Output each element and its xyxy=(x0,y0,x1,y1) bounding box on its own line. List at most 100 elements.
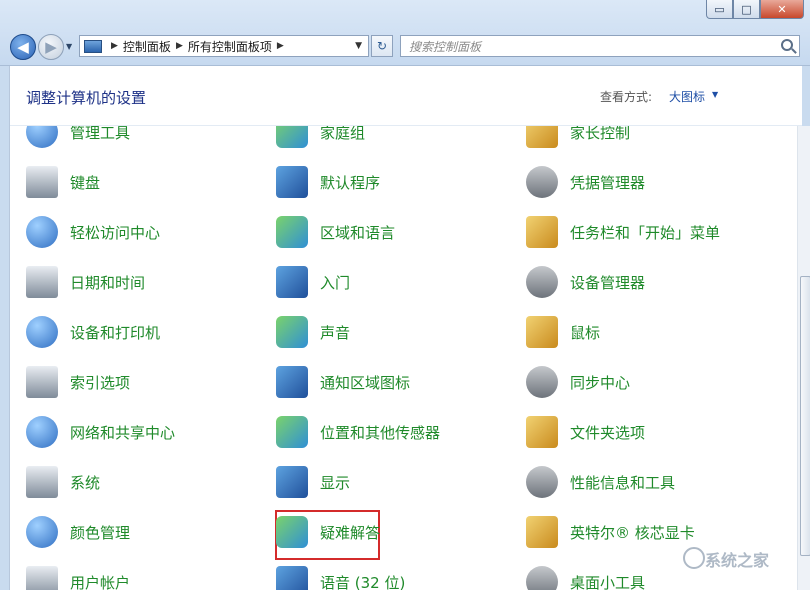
minimize-button[interactable]: ▭ xyxy=(706,0,733,19)
view-by-dropdown-icon[interactable]: ▼ xyxy=(712,90,718,99)
close-button[interactable]: ✕ xyxy=(760,0,804,19)
search-icon[interactable] xyxy=(781,39,793,51)
panel-item-label[interactable]: 设备和打印机 xyxy=(70,322,160,343)
panel-item[interactable]: 默认程序 xyxy=(276,162,380,202)
forward-button[interactable]: ▶ xyxy=(38,34,64,60)
search-input[interactable]: 搜索控制面板 xyxy=(400,35,800,57)
panel-item[interactable]: 声音 xyxy=(276,312,350,352)
title-bar: ▭ □ ✕ ◀ ▶ ▼ ▶ 控制面板 ▶ 所有控制面板项 ▶ ▼ ↻ 搜索控制面… xyxy=(0,0,810,66)
panel-item-label[interactable]: 家长控制 xyxy=(570,126,630,143)
address-dropdown-icon[interactable]: ▼ xyxy=(355,41,362,51)
panel-item[interactable]: 同步中心 xyxy=(526,362,630,402)
panel-item-label[interactable]: 鼠标 xyxy=(570,322,600,343)
panel-item[interactable]: 任务栏和「开始」菜单 xyxy=(526,212,720,252)
panel-item-label[interactable]: 用户帐户 xyxy=(70,572,130,590)
panel-item[interactable]: 文件夹选项 xyxy=(526,412,645,452)
panel-item-label[interactable]: 语音 (32 位) xyxy=(320,572,405,590)
panel-item-label[interactable]: 英特尔® 核芯显卡 xyxy=(570,522,695,543)
panel-item[interactable]: 设备和打印机 xyxy=(26,312,160,352)
panel-item[interactable]: 轻松访问中心 xyxy=(26,212,160,252)
back-button[interactable]: ◀ xyxy=(10,34,36,60)
panel-item[interactable]: 网络和共享中心 xyxy=(26,412,175,452)
panel-item[interactable]: 日期和时间 xyxy=(26,262,145,302)
location-sensor-icon xyxy=(276,416,308,448)
network-icon xyxy=(26,416,58,448)
panel-item[interactable]: 索引选项 xyxy=(26,362,130,402)
panel-item[interactable]: 疑难解答 xyxy=(276,512,380,552)
panel-item-label[interactable]: 文件夹选项 xyxy=(570,422,645,443)
panel-item[interactable]: 位置和其他传感器 xyxy=(276,412,440,452)
panel-item[interactable]: 英特尔® 核芯显卡 xyxy=(526,512,695,552)
address-separator-icon[interactable]: ▶ xyxy=(176,41,183,51)
address-bar[interactable]: ▶ 控制面板 ▶ 所有控制面板项 ▶ ▼ xyxy=(79,35,369,57)
address-separator-icon[interactable]: ▶ xyxy=(277,41,284,51)
maximize-button[interactable]: □ xyxy=(733,0,760,19)
panel-item-label[interactable]: 区域和语言 xyxy=(320,222,395,243)
panel-item[interactable]: 家庭组 xyxy=(276,126,365,152)
recent-pages-dropdown[interactable]: ▼ xyxy=(66,42,72,51)
homegroup-icon xyxy=(276,126,308,148)
watermark: 系统之家 xyxy=(705,551,770,570)
breadcrumb-all-items[interactable]: 所有控制面板项 xyxy=(188,38,272,55)
panel-item[interactable]: 用户帐户 xyxy=(26,562,130,590)
panel-item-label[interactable]: 桌面小工具 xyxy=(570,572,645,590)
watermark-logo-icon xyxy=(683,547,705,569)
panel-item-label[interactable]: 系统 xyxy=(70,472,100,493)
panel-item[interactable]: 系统 xyxy=(26,462,100,502)
panel-item-label[interactable]: 疑难解答 xyxy=(320,522,380,543)
display-icon xyxy=(276,466,308,498)
view-by-selector[interactable]: 大图标 xyxy=(669,88,705,105)
panel-item-label[interactable]: 日期和时间 xyxy=(70,272,145,293)
panel-item[interactable]: 凭据管理器 xyxy=(526,162,645,202)
panel-item-label[interactable]: 家庭组 xyxy=(320,126,365,143)
panel-item[interactable]: 区域和语言 xyxy=(276,212,395,252)
panel-item[interactable]: 桌面小工具 xyxy=(526,562,645,590)
control-panel-items: 管理工具 家庭组 家长控制键盘 默认程序 凭据管理器轻松访问中心 区域和语言 任务栏和「开始… xyxy=(10,126,790,590)
panel-item-label[interactable]: 声音 xyxy=(320,322,350,343)
getting-started-icon xyxy=(276,266,308,298)
search-placeholder: 搜索控制面板 xyxy=(409,39,482,54)
panel-item[interactable]: 设备管理器 xyxy=(526,262,645,302)
panel-item[interactable]: 通知区域图标 xyxy=(276,362,410,402)
panel-item[interactable]: 语音 (32 位) xyxy=(276,562,405,590)
panel-item-label[interactable]: 通知区域图标 xyxy=(320,372,410,393)
panel-item-label[interactable]: 任务栏和「开始」菜单 xyxy=(570,222,720,243)
panel-item[interactable]: 管理工具 xyxy=(26,126,130,152)
panel-item-label[interactable]: 默认程序 xyxy=(320,172,380,193)
panel-item-label[interactable]: 管理工具 xyxy=(70,126,130,143)
panel-item-label[interactable]: 设备管理器 xyxy=(570,272,645,293)
panel-item[interactable]: 键盘 xyxy=(26,162,100,202)
intel-graphics-icon xyxy=(526,516,558,548)
panel-item-label[interactable]: 同步中心 xyxy=(570,372,630,393)
address-separator-icon[interactable]: ▶ xyxy=(111,41,118,51)
panel-item[interactable]: 颜色管理 xyxy=(26,512,130,552)
panel-item-label[interactable]: 键盘 xyxy=(70,172,100,193)
panel-item-label[interactable]: 位置和其他传感器 xyxy=(320,422,440,443)
panel-item-label[interactable]: 颜色管理 xyxy=(70,522,130,543)
window-controls: ▭ □ ✕ xyxy=(706,0,804,19)
panel-item-label[interactable]: 轻松访问中心 xyxy=(70,222,160,243)
scrollbar[interactable] xyxy=(797,126,810,590)
panel-item-label[interactable]: 索引选项 xyxy=(70,372,130,393)
panel-item-label[interactable]: 网络和共享中心 xyxy=(70,422,175,443)
folder-options-icon xyxy=(526,416,558,448)
credential-manager-icon xyxy=(526,166,558,198)
view-by-label: 查看方式: xyxy=(600,90,653,104)
panel-item[interactable]: 性能信息和工具 xyxy=(526,462,675,502)
panel-item-label[interactable]: 凭据管理器 xyxy=(570,172,645,193)
panel-item[interactable]: 鼠标 xyxy=(526,312,600,352)
breadcrumb-control-panel[interactable]: 控制面板 xyxy=(123,38,171,55)
panel-item[interactable]: 显示 xyxy=(276,462,350,502)
keyboard-icon xyxy=(26,166,58,198)
system-icon xyxy=(26,466,58,498)
panel-item-label[interactable]: 性能信息和工具 xyxy=(570,472,675,493)
panel-item[interactable]: 入门 xyxy=(276,262,350,302)
scrollbar-thumb[interactable] xyxy=(800,276,810,556)
calendar-icon xyxy=(26,266,58,298)
panel-item[interactable]: 家长控制 xyxy=(526,126,630,152)
speaker-icon xyxy=(276,316,308,348)
panel-item-label[interactable]: 入门 xyxy=(320,272,350,293)
printer-icon xyxy=(26,316,58,348)
panel-item-label[interactable]: 显示 xyxy=(320,472,350,493)
refresh-button[interactable]: ↻ xyxy=(371,35,393,57)
